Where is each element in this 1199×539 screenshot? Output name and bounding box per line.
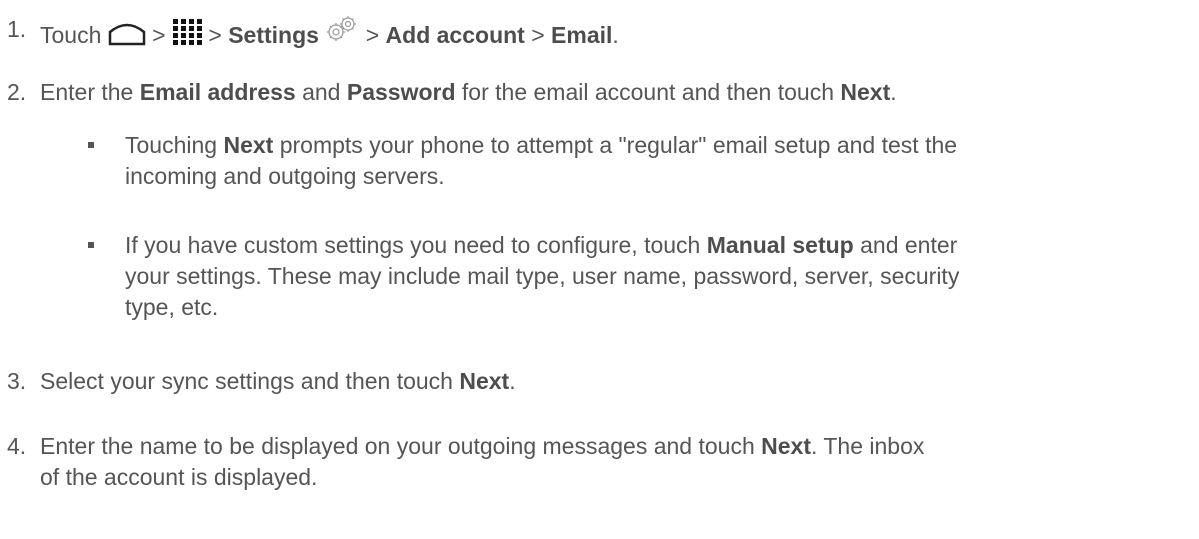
step-number: 2. — [7, 79, 27, 105]
step-number: 4. — [7, 433, 27, 459]
bullet-marker — [88, 142, 94, 148]
step-text: Select your sync settings and then touch… — [40, 368, 516, 394]
apps-icon — [172, 18, 202, 54]
gear-icon — [325, 14, 359, 54]
step-text: Touch > > Settings > Add account > Email… — [40, 14, 1185, 54]
settings-label: Settings — [228, 22, 319, 48]
step-text: Enter the Email address and Password for… — [40, 79, 897, 105]
home-icon — [108, 20, 146, 54]
email-label: Email — [551, 22, 613, 48]
step-text: Enter the name to be displayed on your o… — [40, 433, 925, 490]
add-account-label: Add account — [385, 22, 525, 48]
bullet-marker — [88, 242, 94, 248]
step-number: 1. — [7, 16, 27, 42]
bullet-text: If you have custom settings you need to … — [125, 232, 960, 320]
bullet-text: Touching Next prompts your phone to atte… — [125, 132, 958, 189]
step-number: 3. — [7, 368, 27, 394]
